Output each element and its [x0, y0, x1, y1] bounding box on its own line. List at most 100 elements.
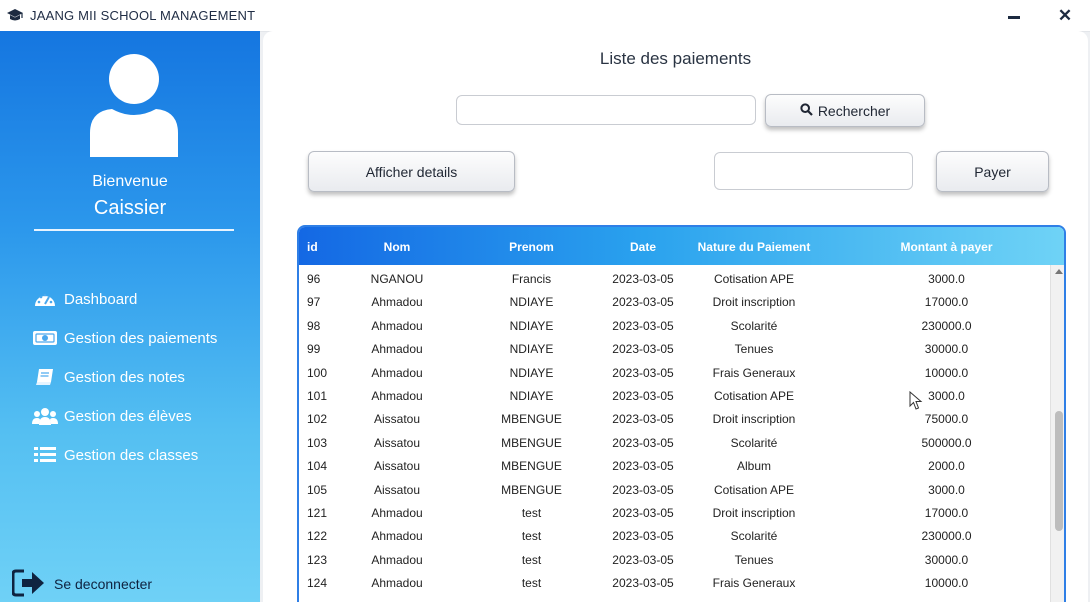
logout-button[interactable]: Se deconnecter	[11, 567, 152, 601]
sign-out-icon	[11, 568, 46, 601]
sidebar-item-payments[interactable]: Gestion des paiements	[32, 325, 217, 351]
cell-id: 103	[307, 435, 328, 450]
cell-montant: 10000.0	[924, 365, 969, 380]
sidebar-item-classes[interactable]: Gestion des classes	[32, 442, 198, 468]
cell-id: 123	[307, 552, 328, 567]
cell-nom: Ahmadou	[371, 389, 423, 403]
show-details-label: Afficher details	[365, 163, 458, 180]
table-row[interactable]: 97 Ahmadou NDIAYE 2023-03-05 Droit inscripti…	[299, 291, 1051, 314]
minimize-button[interactable]	[1000, 4, 1028, 28]
cell-date: 2023-03-05	[612, 482, 674, 497]
cell-nature: Frais Generaux	[712, 576, 796, 591]
show-details-button[interactable]: Afficher details	[308, 151, 515, 192]
cell-prenom: NDIAYE	[509, 318, 554, 333]
table-row[interactable]: 122 Ahmadou test 2023-03-05 Scolarité 230000.…	[299, 525, 1051, 548]
cell-id: 96	[307, 272, 321, 286]
table-row[interactable]: 103 Aissatou MBENGUE 2023-03-05 Scolarité 500…	[299, 432, 1051, 455]
search-button[interactable]: Rechercher	[765, 94, 925, 127]
sidebar-item-label: Gestion des classes	[64, 446, 199, 464]
cell-nom: Ahmadou	[371, 342, 423, 357]
table-row[interactable]: 101 Ahmadou NDIAYE 2023-03-05 Cotisation APE…	[299, 385, 1051, 408]
cell-nature: Cotisation APE	[713, 389, 795, 403]
cell-montant: 3000.0	[928, 272, 965, 286]
graduation-cap-icon	[7, 9, 23, 21]
cell-date: 2023-03-05	[612, 272, 674, 286]
column-header-nom[interactable]: Nom	[347, 227, 447, 265]
table-row[interactable]: 99 Ahmadou NDIAYE 2023-03-05 Tenues 30000.0	[299, 338, 1051, 361]
cell-date: 2023-03-05	[612, 412, 674, 427]
cell-date: 2023-03-05	[612, 295, 674, 310]
cell-nom: Ahmadou	[371, 529, 423, 544]
cell-nom: Ahmadou	[371, 295, 423, 310]
cell-date: 2023-03-05	[612, 576, 674, 591]
column-header-nature[interactable]: Nature du Paiement	[689, 227, 819, 265]
table-row[interactable]: 105 Aissatou MBENGUE 2023-03-05 Cotisation A…	[299, 479, 1051, 502]
close-button[interactable]: ✕	[1052, 4, 1078, 28]
scroll-up-arrow-icon[interactable]	[1055, 269, 1063, 274]
title-bar: JAANG MII SCHOOL MANAGEMENT ✕	[0, 0, 1090, 32]
sidebar-divider	[34, 229, 234, 231]
table-row[interactable]: 102 Aissatou MBENGUE 2023-03-05 Droit inscri…	[299, 408, 1051, 431]
cell-nature: Scolarité	[730, 529, 778, 544]
scrollbar-thumb[interactable]	[1055, 411, 1063, 531]
sidebar-item-label: Gestion des élèves	[64, 407, 192, 425]
table-row[interactable]: 104 Aissatou MBENGUE 2023-03-05 Album 2000.0	[299, 455, 1051, 478]
sidebar-item-label: Gestion des paiements	[64, 329, 218, 347]
cell-id: 99	[307, 342, 321, 357]
cell-prenom: MBENGUE	[501, 412, 562, 427]
cell-nom: Aissatou	[373, 412, 421, 427]
user-avatar-icon	[90, 54, 178, 157]
dashboard-gauge-icon	[32, 288, 58, 310]
user-role-label: Caissier	[93, 197, 167, 219]
cell-montant: 17000.0	[924, 295, 969, 310]
cell-prenom: test	[521, 576, 542, 591]
cell-id: 98	[307, 318, 321, 333]
payment-amount-input[interactable]	[714, 152, 913, 190]
sidebar-item-dashboard[interactable]: Dashboard	[32, 286, 137, 312]
cell-nature: Scolarité	[730, 318, 778, 333]
cell-montant: 30000.0	[924, 552, 969, 567]
pay-button-label: Payer	[974, 163, 1011, 180]
pay-button[interactable]: Payer	[936, 151, 1049, 192]
money-bill-icon	[32, 327, 58, 349]
cell-date: 2023-03-05	[612, 342, 674, 357]
cell-nature: Frais Generaux	[712, 365, 796, 380]
sidebar-item-label: Gestion des notes	[64, 368, 185, 386]
cell-nom: Ahmadou	[371, 552, 423, 567]
table-row[interactable]: 96 NGANOU Francis 2023-03-05 Cotisation APE 3…	[299, 268, 1051, 291]
sidebar-item-notes[interactable]: Gestion des notes	[32, 364, 185, 390]
cell-nom: Aissatou	[373, 482, 421, 497]
cell-nom: Ahmadou	[371, 365, 423, 380]
cell-prenom: test	[521, 506, 542, 520]
cell-id: 104	[307, 459, 328, 474]
search-button-label: Rechercher	[817, 102, 891, 119]
cell-prenom: MBENGUE	[501, 459, 562, 474]
cell-date: 2023-03-05	[612, 529, 674, 544]
cell-montant: 2000.0	[928, 459, 965, 474]
cell-prenom: NDIAYE	[509, 365, 554, 380]
cell-prenom: test	[521, 552, 542, 567]
cell-nature: Droit inscription	[712, 295, 796, 310]
table-row[interactable]: 98 Ahmadou NDIAYE 2023-03-05 Scolarité 230000…	[299, 315, 1051, 338]
search-input[interactable]	[456, 95, 756, 125]
table-row[interactable]: 124 Ahmadou test 2023-03-05 Frais Generaux 10…	[299, 572, 1051, 595]
table-scrollbar[interactable]	[1050, 265, 1064, 602]
cell-montant: 17000.0	[924, 506, 969, 520]
cell-montant: 230000.0	[921, 529, 972, 544]
cell-date: 2023-03-05	[612, 459, 674, 474]
column-header-montant[interactable]: Montant à payer	[874, 227, 1019, 265]
cell-prenom: NDIAYE	[509, 342, 554, 357]
cell-nature: Tenues	[734, 552, 774, 567]
cell-prenom: test	[521, 529, 542, 544]
table-row[interactable]: 123 Ahmadou test 2023-03-05 Tenues 30000.0	[299, 549, 1051, 572]
table-row[interactable]: 100 Ahmadou NDIAYE 2023-03-05 Frais Generaux…	[299, 362, 1051, 385]
column-header-prenom[interactable]: Prenom	[479, 227, 584, 265]
cell-nom: Aissatou	[373, 459, 421, 474]
sidebar-item-students[interactable]: Gestion des élèves	[32, 403, 192, 429]
table-row[interactable]: 121 Ahmadou test 2023-03-05 Droit inscriptio…	[299, 502, 1051, 525]
column-header-date[interactable]: Date	[599, 227, 687, 265]
sidebar-item-label: Dashboard	[64, 290, 138, 308]
cell-date: 2023-03-05	[612, 435, 674, 450]
cell-montant: 10000.0	[924, 576, 969, 591]
column-header-id[interactable]: id	[307, 227, 337, 265]
